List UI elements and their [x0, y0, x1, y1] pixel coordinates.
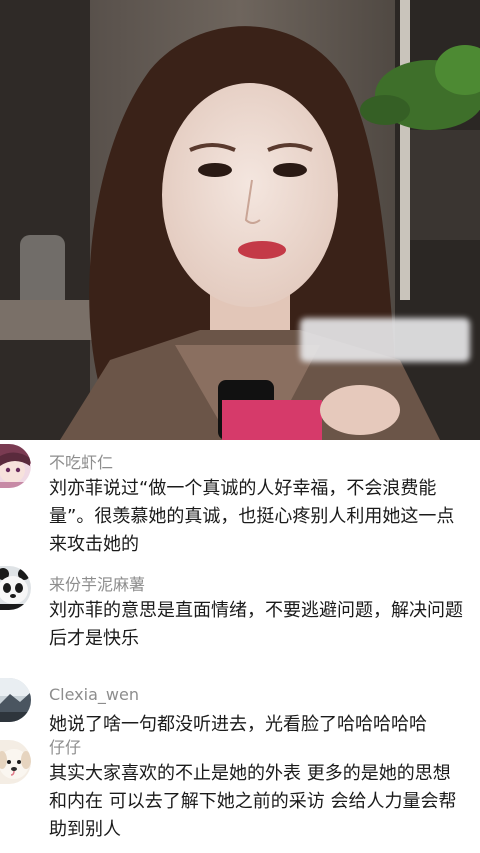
interview-video-image — [0, 0, 480, 440]
blurred-caption-overlay — [300, 318, 470, 362]
anime-girl-avatar-icon[interactable] — [0, 444, 31, 488]
comment-username[interactable]: 不吃虾仁 — [49, 449, 113, 473]
video-frame[interactable] — [0, 0, 480, 440]
comment-text: 刘亦菲说过“做一个真诚的人好幸福，不会浪费能量”。很羡慕她的真诚，也挺心疼别人利… — [49, 478, 455, 555]
comment-text: 刘亦菲的意思是直面情绪，不要逃避问题，解决问题后才是快乐 — [49, 600, 463, 649]
comment-list: 不吃虾仁 刘亦菲说过“做一个真诚的人好幸福，不会浪费能量”。很羡慕她的真诚，也挺… — [0, 440, 480, 853]
comment-username[interactable]: Clexia_wen — [49, 685, 139, 704]
comment-username[interactable]: 来份芋泥麻薯 — [49, 571, 145, 595]
landscape-avatar-icon[interactable] — [0, 678, 31, 722]
panda-avatar-icon[interactable] — [0, 566, 31, 610]
puppy-avatar-icon[interactable] — [0, 740, 31, 784]
comment-text: 她说了啥一句都没听进去，光看脸了哈哈哈哈哈 — [49, 714, 427, 735]
comment-username[interactable]: 仔仔 — [49, 734, 81, 758]
comment-text: 其实大家喜欢的不止是她的外表 更多的是她的思想和内在 可以去了解下她之前的采访 … — [49, 763, 457, 840]
